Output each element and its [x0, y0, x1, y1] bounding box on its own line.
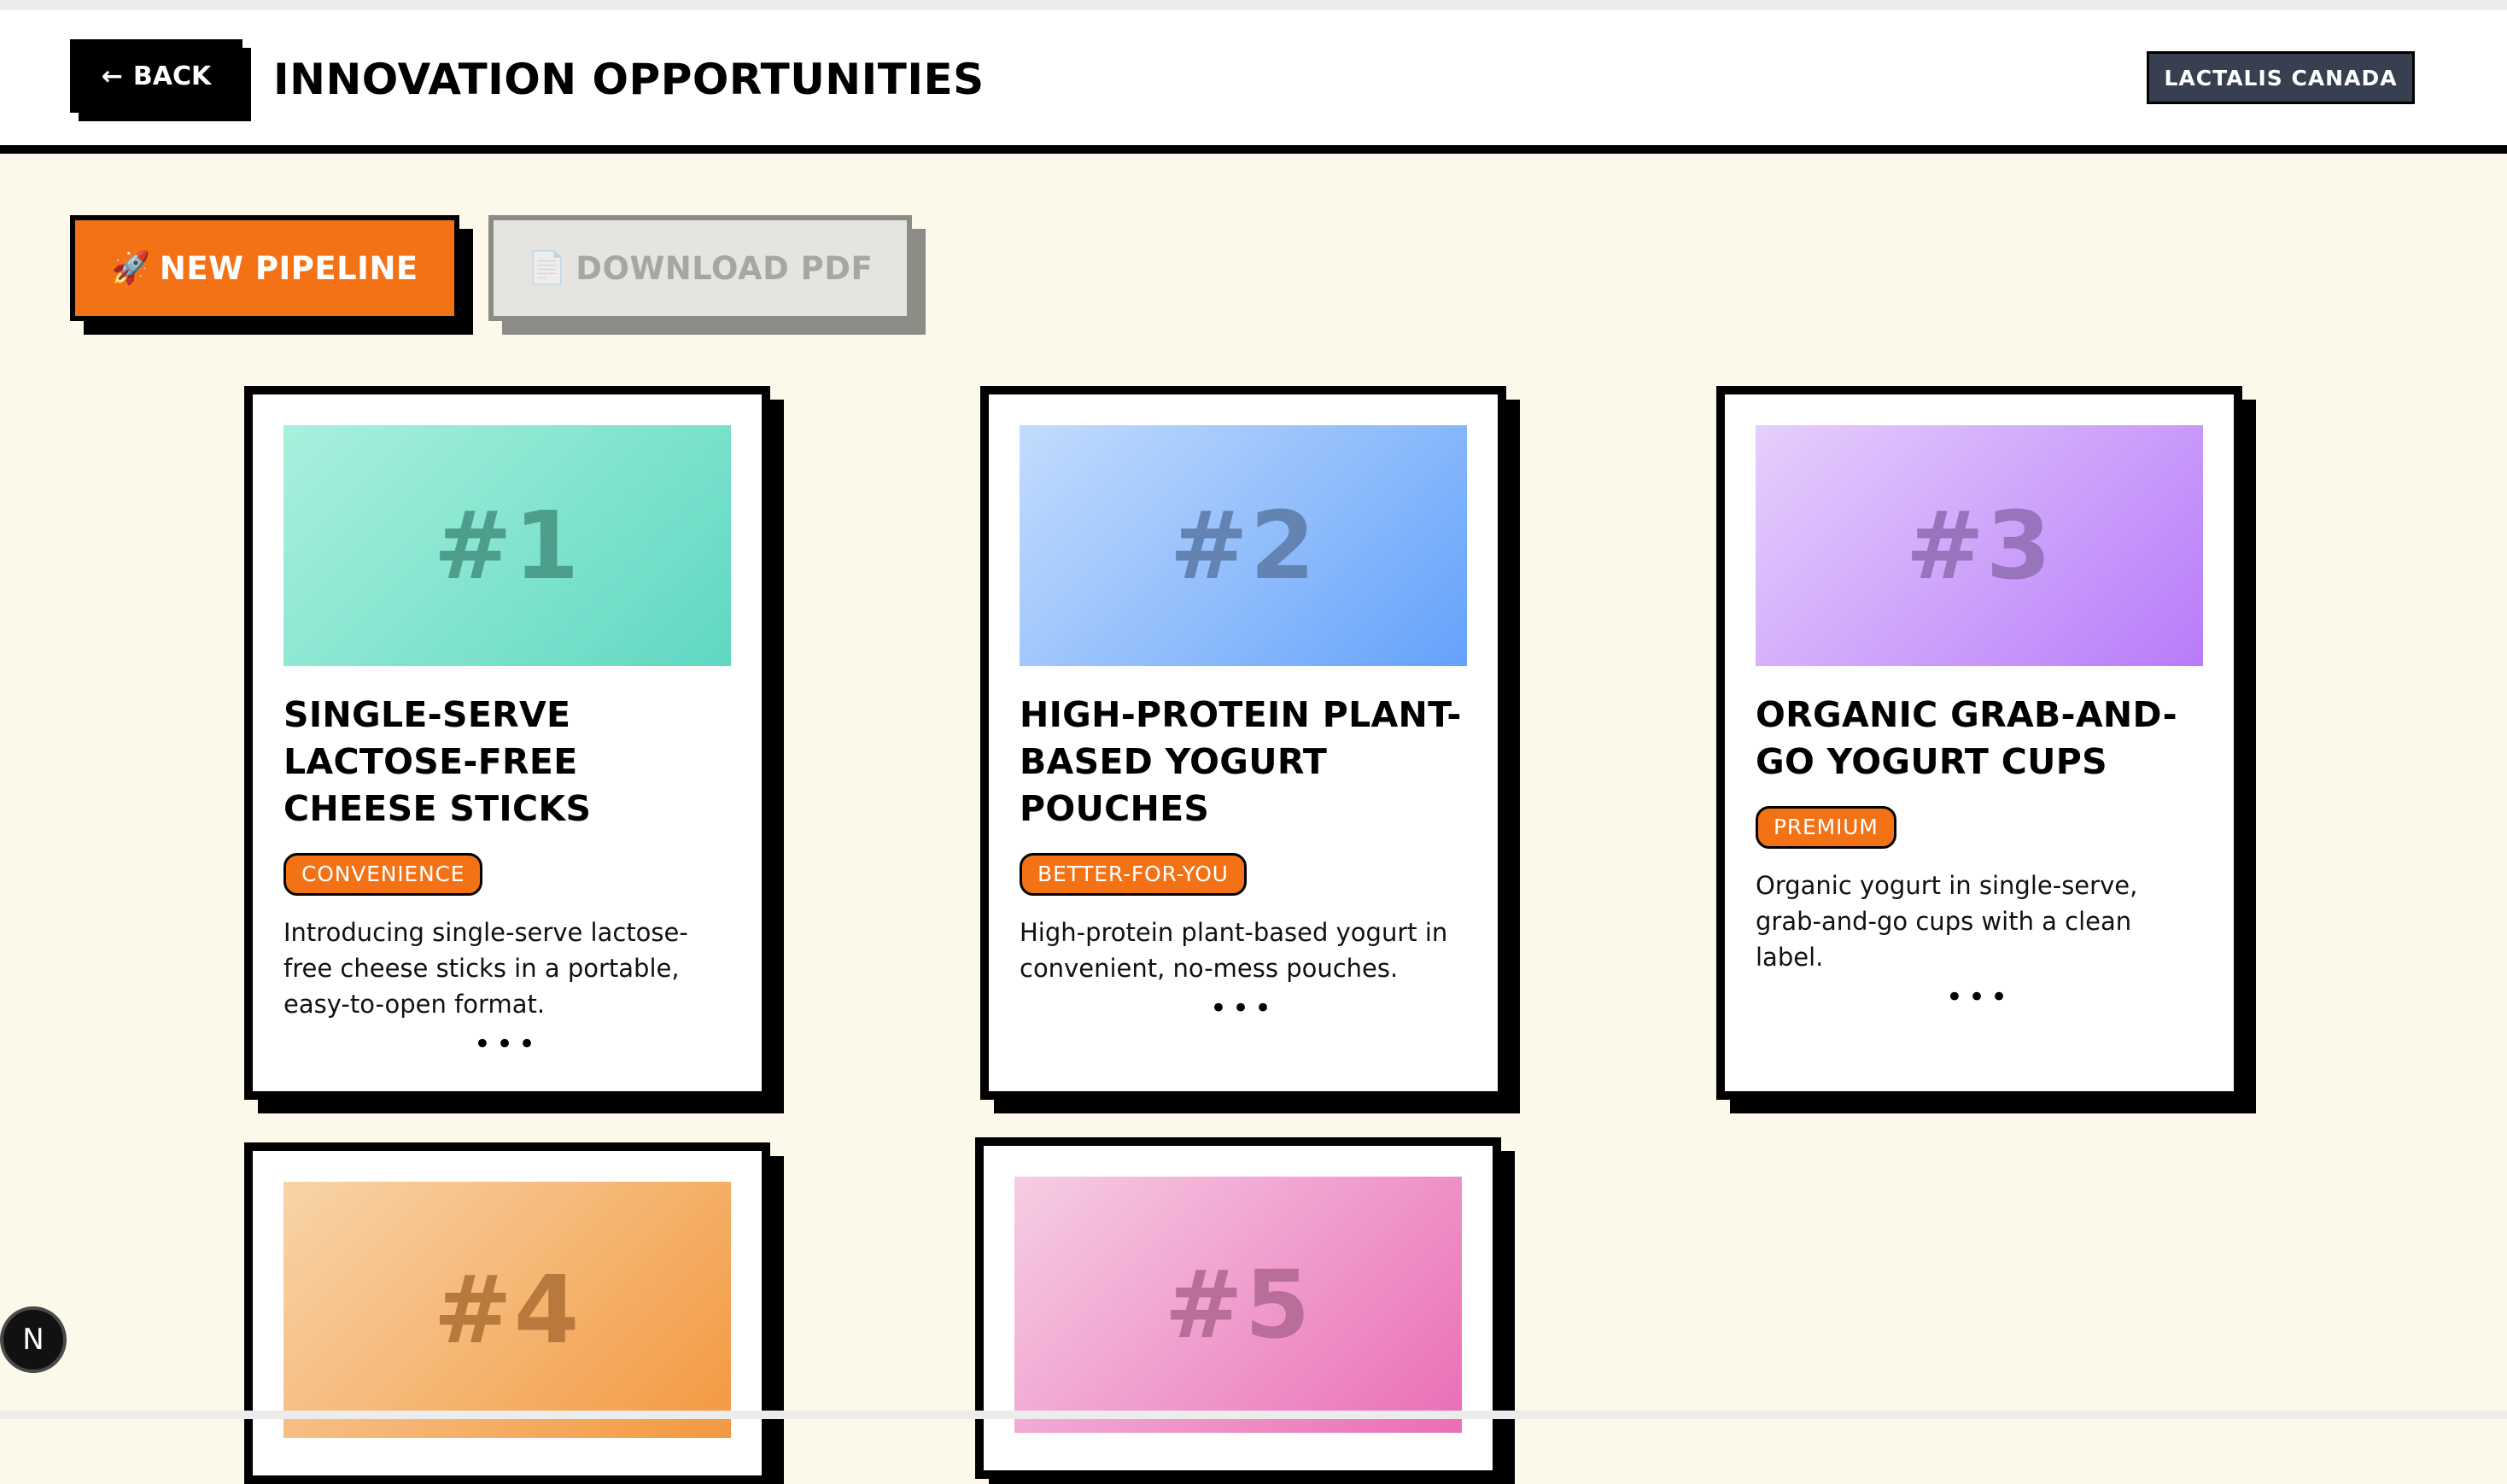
document-icon: 📄 — [527, 249, 568, 286]
card-thumbnail: #5 — [1014, 1177, 1462, 1433]
card-thumbnail: #1 — [283, 425, 731, 666]
card-rank: #2 — [1169, 491, 1318, 600]
card-tag: PREMIUM — [1756, 806, 1896, 849]
card-rank: #1 — [433, 491, 581, 600]
top-border — [0, 0, 2507, 10]
page-header: ← BACK INNOVATION OPPORTUNITIES LACTALIS… — [0, 10, 2507, 154]
card-rank: #3 — [1905, 491, 2054, 600]
card-rank: #4 — [433, 1255, 581, 1364]
more-options-icon[interactable]: ••• — [283, 1027, 731, 1061]
more-options-icon[interactable]: ••• — [1756, 980, 2203, 1014]
card-tag: BETTER-FOR-YOU — [1020, 853, 1247, 896]
card-thumbnail: #2 — [1020, 425, 1467, 666]
opportunity-card-3[interactable]: #3 ORGANIC GRAB-AND-GO YOGURT CUPS PREMI… — [1716, 386, 2242, 1100]
card-thumbnail: #3 — [1756, 425, 2203, 666]
opportunity-card-1[interactable]: #1 SINGLE-SERVE LACTOSE-FREE CHEESE STIC… — [244, 386, 770, 1100]
card-tag: CONVENIENCE — [283, 853, 483, 896]
opportunity-card-2[interactable]: #2 HIGH-PROTEIN PLANT-BASED YOGURT POUCH… — [980, 386, 1506, 1100]
more-options-icon[interactable]: ••• — [1020, 991, 1467, 1025]
card-description: Introducing single-serve lactose-free ch… — [283, 918, 688, 1019]
arrow-left-icon: ← — [101, 61, 123, 91]
card-thumbnail: #4 — [283, 1182, 731, 1438]
opportunity-card-5[interactable]: #5 — [975, 1137, 1501, 1479]
card-title: SINGLE-SERVE LACTOSE-FREE CHEESE STICKS — [283, 694, 592, 829]
download-pdf-label: DOWNLOAD PDF — [576, 249, 874, 287]
n-logo-icon: N — [22, 1323, 44, 1357]
card-rank: #5 — [1164, 1250, 1312, 1359]
company-badge: LACTALIS CANADA — [2147, 51, 2415, 104]
download-pdf-button[interactable]: 📄 DOWNLOAD PDF — [488, 215, 912, 321]
card-title: HIGH-PROTEIN PLANT-BASED YOGURT POUCHES — [1020, 694, 1462, 829]
opportunity-card-4[interactable]: #4 — [244, 1142, 770, 1484]
dev-tools-badge[interactable]: N — [0, 1306, 67, 1373]
new-pipeline-button[interactable]: 🚀 NEW PIPELINE — [70, 215, 459, 321]
card-description: Organic yogurt in single-serve, grab-and… — [1756, 871, 2138, 972]
bottom-border — [0, 1411, 2507, 1419]
back-button-label: BACK — [132, 61, 212, 91]
page-title: INNOVATION OPPORTUNITIES — [273, 55, 985, 104]
back-button[interactable]: ← BACK — [70, 39, 243, 113]
rocket-icon: 🚀 — [111, 249, 151, 286]
card-title: ORGANIC GRAB-AND-GO YOGURT CUPS — [1756, 694, 2177, 782]
card-description: High-protein plant-based yogurt in conve… — [1020, 918, 1448, 983]
new-pipeline-label: NEW PIPELINE — [159, 249, 418, 287]
